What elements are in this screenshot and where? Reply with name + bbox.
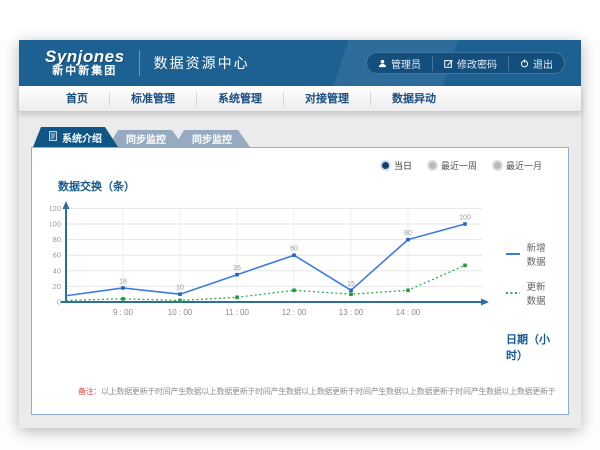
tab-sync-monitor-2[interactable]: 同步监控 bbox=[174, 130, 250, 147]
radio-last-month-label: 最近一月 bbox=[506, 159, 542, 172]
svg-text:15: 15 bbox=[347, 281, 355, 288]
svg-text:100: 100 bbox=[459, 215, 471, 222]
svg-text:10 : 00: 10 : 00 bbox=[168, 308, 193, 317]
change-password-button[interactable]: 修改密码 bbox=[432, 56, 508, 71]
radio-today-label: 当日 bbox=[394, 159, 412, 172]
brand-divider bbox=[139, 50, 140, 76]
legend-swatch-new-data bbox=[506, 253, 520, 255]
nav-item-data-change[interactable]: 数据异动 bbox=[370, 92, 457, 106]
time-range-filter: 当日 最近一周 最近一月 bbox=[50, 159, 542, 172]
footnote-prefix: 备注 bbox=[78, 387, 93, 396]
radio-last-month[interactable]: 最近一月 bbox=[494, 159, 542, 172]
line-chart: 0 20 40 60 80 100 120 9 : 00 10 : 00 11 : 00 12 : … bbox=[50, 196, 502, 330]
legend-swatch-updated-data bbox=[506, 292, 520, 294]
radio-dot-icon bbox=[382, 162, 389, 169]
svg-text:9 : 00: 9 : 00 bbox=[113, 308, 134, 317]
svg-text:13 : 00: 13 : 00 bbox=[339, 308, 364, 317]
tab-system-intro[interactable]: 系统介绍 bbox=[33, 127, 118, 147]
radio-today[interactable]: 当日 bbox=[382, 159, 412, 172]
edit-icon bbox=[444, 59, 453, 68]
app-window: Synjones 新中新集团 数据资源中心 管理员 修改密码 bbox=[19, 40, 581, 428]
svg-text:14 : 00: 14 : 00 bbox=[396, 308, 421, 317]
svg-text:0: 0 bbox=[57, 298, 61, 307]
page-title: 数据资源中心 bbox=[154, 53, 250, 73]
user-menu: 管理员 修改密码 退出 bbox=[366, 52, 565, 74]
tab-sync-monitor-1-label: 同步监控 bbox=[126, 131, 166, 146]
tab-sync-monitor-2-label: 同步监控 bbox=[192, 131, 232, 146]
svg-text:120: 120 bbox=[50, 204, 61, 213]
svg-text:60: 60 bbox=[53, 251, 61, 260]
document-icon bbox=[49, 131, 57, 144]
nav-item-standard-mgmt[interactable]: 标准管理 bbox=[109, 92, 196, 106]
logout-label: 退出 bbox=[533, 56, 553, 71]
main-nav: 首页 标准管理 系统管理 对接管理 数据异动 bbox=[19, 86, 581, 112]
nav-item-home[interactable]: 首页 bbox=[45, 92, 109, 106]
stage: Synjones 新中新集团 数据资源中心 管理员 修改密码 bbox=[0, 40, 600, 450]
legend-item-updated-data: 更新数据 bbox=[506, 279, 550, 307]
logo-text-cn: 新中新集团 bbox=[52, 66, 117, 78]
logout-button[interactable]: 退出 bbox=[508, 56, 564, 71]
change-password-label: 修改密码 bbox=[457, 56, 497, 71]
user-menu-admin[interactable]: 管理员 bbox=[367, 56, 432, 71]
svg-text:11 : 00: 11 : 00 bbox=[225, 308, 249, 317]
tab-bar: 系统介绍 同步监控 同步监控 bbox=[33, 127, 569, 147]
header: Synjones 新中新集团 数据资源中心 管理员 修改密码 bbox=[19, 40, 581, 86]
page-body: 系统介绍 同步监控 同步监控 当日 最近一周 bbox=[19, 112, 581, 415]
svg-text:40: 40 bbox=[53, 266, 61, 275]
svg-text:80: 80 bbox=[53, 235, 61, 244]
chart-y-axis-label: 数据交换（条） bbox=[58, 178, 550, 194]
chart-area: 0 20 40 60 80 100 120 9 : 00 10 : 00 11 : 00 12 : … bbox=[50, 196, 550, 363]
svg-text:12 : 00: 12 : 00 bbox=[282, 308, 307, 317]
svg-text:35: 35 bbox=[233, 265, 241, 272]
nav-item-system-mgmt[interactable]: 系统管理 bbox=[196, 92, 283, 106]
user-menu-admin-label: 管理员 bbox=[391, 56, 421, 71]
tab-system-intro-label: 系统介绍 bbox=[62, 130, 102, 145]
svg-text:80: 80 bbox=[404, 230, 412, 237]
radio-dot-icon bbox=[494, 162, 501, 169]
footnote-text: ：以上数据更新于时间产生数据以上数据更新于时间产生数据以上数据更新于时间产生数据… bbox=[93, 387, 555, 396]
legend-label-updated-data: 更新数据 bbox=[527, 279, 550, 307]
logo-text-en: Synjones bbox=[45, 48, 125, 66]
svg-text:20: 20 bbox=[53, 282, 61, 291]
tab-sync-monitor-1[interactable]: 同步监控 bbox=[108, 130, 184, 147]
content-panel: 当日 最近一周 最近一月 数据交换（条） 0 20 40 60 80 100 120 9 : … bbox=[31, 147, 569, 415]
svg-text:10: 10 bbox=[176, 285, 184, 292]
chart-x-axis-label: 日期（小时） bbox=[506, 331, 550, 363]
user-icon bbox=[378, 59, 387, 68]
svg-text:18: 18 bbox=[119, 278, 127, 285]
legend-item-new-data: 新增数据 bbox=[506, 240, 550, 268]
radio-dot-icon bbox=[429, 162, 436, 169]
chart-side: 新增数据 更新数据 日期（小时） bbox=[506, 196, 550, 363]
svg-text:100: 100 bbox=[50, 220, 61, 229]
power-icon bbox=[520, 59, 529, 68]
radio-last-week-label: 最近一周 bbox=[441, 159, 477, 172]
legend-label-new-data: 新增数据 bbox=[527, 240, 550, 268]
footnote: 备注：以上数据更新于时间产生数据以上数据更新于时间产生数据以上数据更新于时间产生… bbox=[78, 387, 560, 397]
radio-last-week[interactable]: 最近一周 bbox=[429, 159, 477, 172]
nav-item-integration-mgmt[interactable]: 对接管理 bbox=[283, 92, 370, 106]
brand-logo: Synjones 新中新集团 bbox=[45, 48, 125, 77]
svg-text:60: 60 bbox=[290, 246, 298, 253]
